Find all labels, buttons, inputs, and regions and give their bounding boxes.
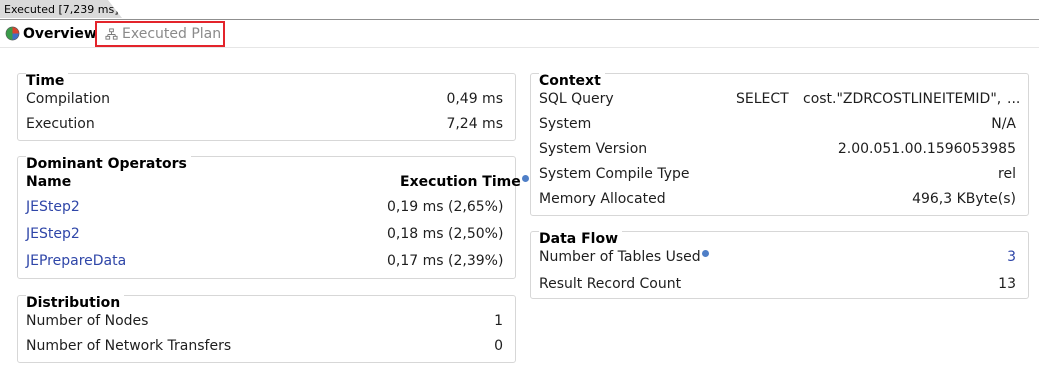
data-flow-title: Data Flow — [539, 231, 622, 247]
plan-tree-icon — [105, 27, 118, 40]
memory-allocated-value: 496,3 KByte(s) — [912, 191, 1016, 207]
context-row: System Compile Type rel — [531, 163, 1028, 188]
operator-time: 0,19 ms (2,65%) — [387, 199, 504, 215]
sql-select-keyword: SELECT — [736, 91, 789, 107]
time-group: Time Compilation 0,49 ms Execution 7,24 … — [17, 73, 516, 141]
editor-tab-executed[interactable]: Executed [7,239 ms] — [0, 0, 122, 18]
nodes-value: 1 — [494, 313, 503, 329]
execution-label: Execution — [26, 116, 95, 132]
time-title: Time — [26, 73, 69, 89]
compilation-label: Compilation — [26, 91, 111, 107]
operator-link[interactable]: JEPrepareData — [26, 253, 126, 269]
system-label: System — [539, 116, 592, 132]
context-row: Memory Allocated 496,3 KByte(s) — [531, 188, 1028, 213]
data-flow-group: Data Flow Number of Tables Used 3 Result… — [530, 231, 1029, 299]
nodes-label: Number of Nodes — [26, 313, 149, 329]
operator-time: 0,18 ms (2,50%) — [387, 226, 504, 242]
context-title: Context — [539, 73, 605, 89]
context-group: Context SQL Query SELECT cost."ZDRCOSTLI… — [530, 73, 1029, 216]
editor-tab-strip: Executed [7,239 ms] — [0, 0, 1039, 20]
execution-value: 7,24 ms — [446, 116, 503, 132]
tables-used-value[interactable]: 3 — [1007, 249, 1016, 265]
compile-type-value: rel — [998, 166, 1016, 182]
pie-chart-icon — [5, 26, 20, 41]
result-record-count-label: Result Record Count — [539, 276, 682, 292]
tab-overview[interactable]: Overview — [5, 20, 97, 47]
separator — [0, 47, 1039, 48]
distribution-title: Distribution — [26, 295, 125, 311]
dominant-operators-group: Dominant Operators Name Execution Time J… — [17, 156, 529, 279]
column-header-name[interactable]: Name — [26, 174, 71, 190]
table-row: JEPrepareData 0,17 ms (2,39%) — [18, 250, 515, 275]
sql-query-label: SQL Query — [539, 91, 614, 107]
distribution-group: Distribution Number of Nodes 1 Number of… — [17, 295, 516, 363]
sql-query-value: cost."ZDRCOSTLINEITEMID", — [803, 91, 1002, 107]
dominant-header-row: Name Execution Time — [18, 171, 529, 196]
tab-executed-plan-label: Executed Plan — [122, 26, 222, 42]
compile-type-label: System Compile Type — [539, 166, 690, 182]
tables-used-label-text: Number of Tables Used — [539, 249, 701, 265]
context-row: System N/A — [531, 113, 1028, 138]
info-icon[interactable] — [521, 175, 529, 182]
tab-overview-label: Overview — [23, 25, 97, 42]
distribution-row: Number of Nodes 1 — [18, 310, 515, 335]
table-row: JEStep2 0,19 ms (2,65%) — [18, 196, 515, 221]
sql-more-ellipsis[interactable]: ... — [1007, 91, 1020, 107]
system-version-value: 2.00.051.00.1596053985 — [837, 141, 1016, 157]
tab-executed-plan[interactable]: Executed Plan — [95, 21, 225, 47]
operator-time: 0,17 ms (2,39%) — [387, 253, 504, 269]
network-transfers-label: Number of Network Transfers — [26, 338, 232, 354]
data-flow-row: Result Record Count 13 — [531, 273, 1028, 298]
context-row: SQL Query SELECT cost."ZDRCOSTLINEITEMID… — [531, 88, 1028, 113]
tables-used-label: Number of Tables Used — [539, 249, 709, 265]
compilation-value: 0,49 ms — [446, 91, 503, 107]
subtab-bar: Overview Executed Plan — [0, 20, 1039, 47]
time-row: Compilation 0,49 ms — [18, 88, 515, 113]
system-value: N/A — [991, 116, 1016, 132]
column-header-execution-time-label: Execution Time — [400, 174, 521, 190]
column-header-execution-time[interactable]: Execution Time — [400, 174, 529, 190]
operator-link[interactable]: JEStep2 — [26, 226, 80, 242]
context-row: System Version 2.00.051.00.1596053985 — [531, 138, 1028, 163]
table-row: JEStep2 0,18 ms (2,50%) — [18, 223, 515, 248]
distribution-row: Number of Network Transfers 0 — [18, 335, 515, 360]
result-record-count-value: 13 — [998, 276, 1016, 292]
dominant-operators-title: Dominant Operators — [26, 156, 191, 172]
memory-allocated-label: Memory Allocated — [539, 191, 666, 207]
info-icon[interactable] — [701, 250, 709, 257]
operator-link[interactable]: JEStep2 — [26, 199, 80, 215]
time-row: Execution 7,24 ms — [18, 113, 515, 138]
data-flow-row: Number of Tables Used 3 — [531, 246, 1028, 271]
editor-tab-label: Executed [7,239 ms] — [4, 3, 119, 16]
system-version-label: System Version — [539, 141, 648, 157]
network-transfers-value: 0 — [494, 338, 503, 354]
